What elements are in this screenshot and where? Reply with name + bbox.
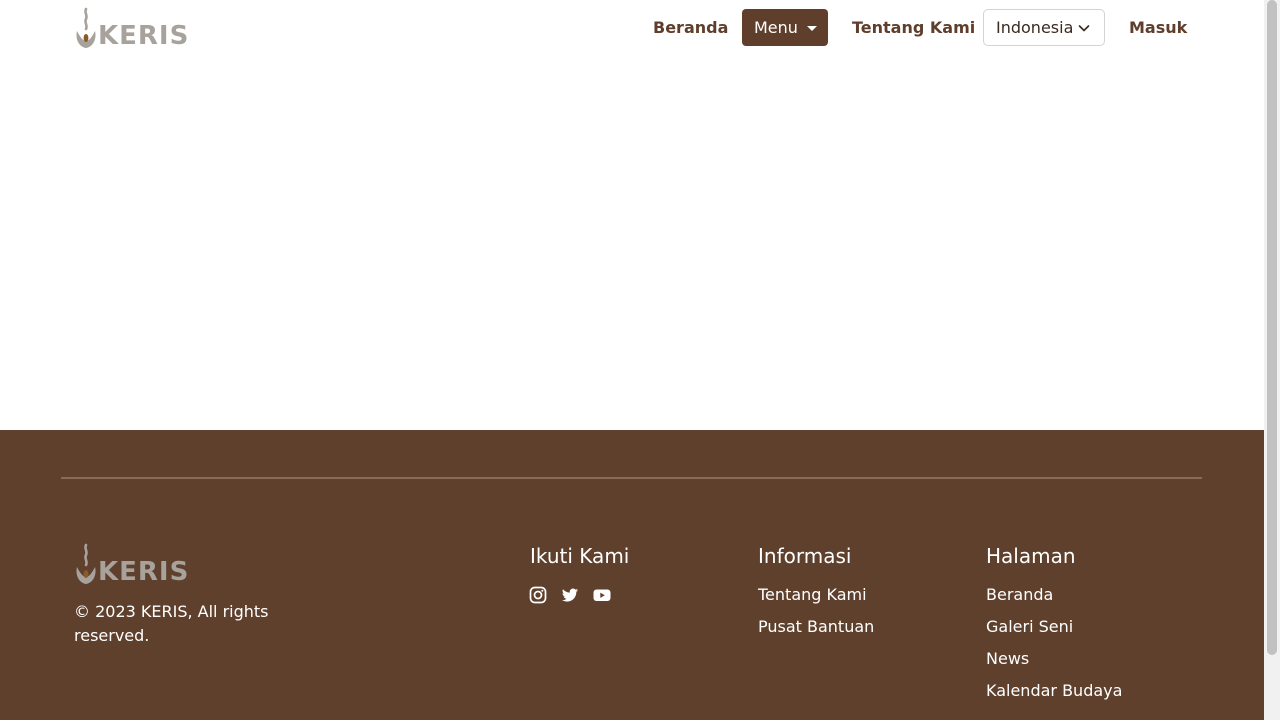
menu-dropdown-button[interactable]: Menu xyxy=(742,9,828,46)
logo-wordmark: KERIS xyxy=(98,21,190,51)
footer-link-tentang-kami[interactable]: Tentang Kami xyxy=(758,584,867,606)
informasi-heading: Informasi xyxy=(758,544,852,568)
nav-beranda-link[interactable]: Beranda xyxy=(653,14,728,42)
page-scrollbar[interactable] xyxy=(1264,0,1280,720)
instagram-icon[interactable] xyxy=(529,586,547,604)
scrollbar-thumb[interactable] xyxy=(1267,0,1277,655)
caret-down-icon xyxy=(806,26,817,31)
footer-link-galeri-seni[interactable]: Galeri Seni xyxy=(986,616,1073,638)
chevron-down-icon xyxy=(1078,25,1090,32)
social-links xyxy=(529,586,611,604)
footer-logo-wordmark: KERIS xyxy=(98,557,190,587)
language-select-value: Indonesia xyxy=(996,18,1074,37)
footer-link-news[interactable]: News xyxy=(986,648,1029,670)
footer-link-beranda[interactable]: Beranda xyxy=(986,584,1053,606)
page: KERIS Beranda Menu Tentang Kami Indonesi… xyxy=(0,0,1264,720)
navbar: KERIS Beranda Menu Tentang Kami Indonesi… xyxy=(0,0,1264,56)
keris-logo-icon xyxy=(76,543,96,584)
footer-link-kalendar-budaya[interactable]: Kalendar Budaya xyxy=(986,680,1122,702)
keris-logo-icon xyxy=(76,7,96,48)
language-select[interactable]: Indonesia xyxy=(983,9,1105,46)
footer-link-pusat-bantuan[interactable]: Pusat Bantuan xyxy=(758,616,874,638)
halaman-heading: Halaman xyxy=(986,544,1076,568)
copyright-text: © 2023 KERIS, All rights reserved. xyxy=(74,602,269,645)
youtube-icon[interactable] xyxy=(593,586,611,604)
footer-divider xyxy=(61,477,1202,479)
twitter-icon[interactable] xyxy=(561,586,579,604)
ikuti-kami-heading: Ikuti Kami xyxy=(530,544,630,568)
keris-logo[interactable]: KERIS xyxy=(73,7,189,49)
footer: KERIS © 2023 KERIS, All rights reserved.… xyxy=(0,430,1264,720)
footer-keris-logo[interactable]: KERIS xyxy=(73,543,189,585)
nav-masuk-link[interactable]: Masuk xyxy=(1129,14,1187,42)
nav-tentang-kami-link[interactable]: Tentang Kami xyxy=(852,14,975,42)
menu-button-label: Menu xyxy=(754,18,798,37)
